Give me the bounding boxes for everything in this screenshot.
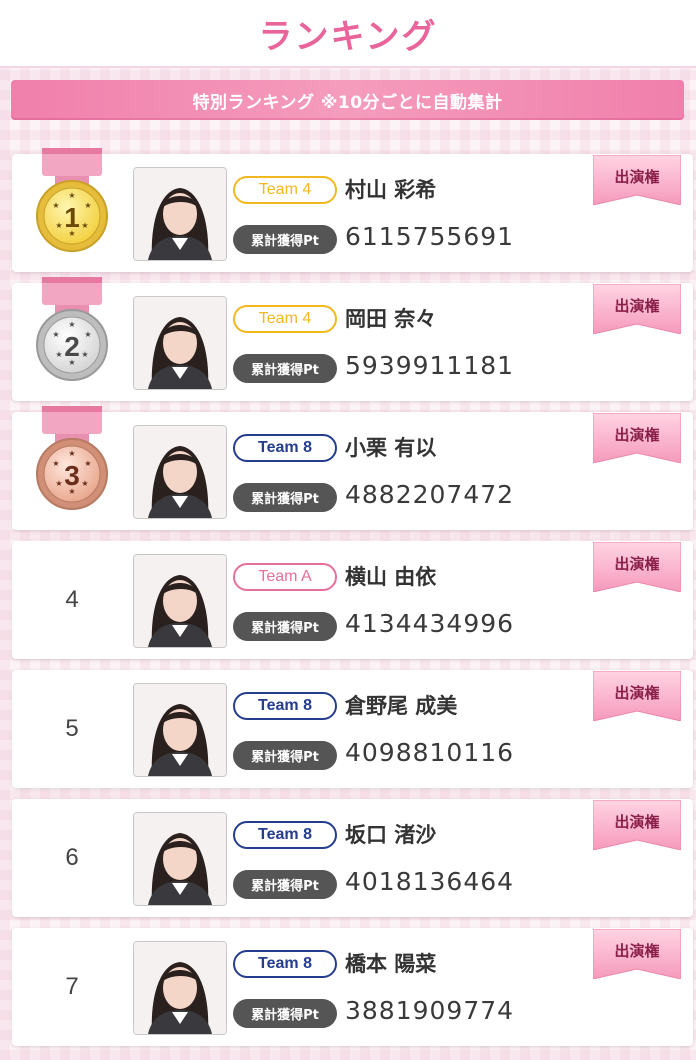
team-badge: Team A (233, 563, 337, 591)
svg-text:★: ★ (81, 479, 88, 488)
ranking-card[interactable]: ★ ★ ★ ★ ★ ★ 3 Team 8 小栗 有以 累計獲得Pt 4882207472 出演権 (12, 406, 693, 530)
points-value: 4098810116 (345, 738, 515, 767)
rank-number: 1 (64, 202, 80, 233)
rank-number: 2 (64, 331, 80, 362)
appearance-right-label: 出演権 (614, 942, 660, 960)
team-badge: Team 8 (233, 692, 337, 720)
appearance-right-label: 出演権 (614, 168, 660, 186)
points-label: 累計獲得Pt (233, 741, 337, 770)
member-name[interactable]: 坂口 渚沙 (345, 819, 436, 849)
svg-text:★: ★ (84, 459, 91, 468)
team-badge: Team 4 (233, 305, 337, 333)
member-photo[interactable] (133, 941, 227, 1035)
points-label: 累計獲得Pt (233, 354, 337, 383)
rank-indicator: ★ ★ ★ ★ ★ ★ 1 (32, 148, 112, 272)
points-value: 4882207472 (345, 480, 515, 509)
member-photo[interactable] (133, 683, 227, 777)
appearance-right-badge[interactable]: 出演権 (593, 284, 681, 334)
appearance-right-label: 出演権 (614, 426, 660, 444)
appearance-right-badge[interactable]: 出演権 (593, 671, 681, 721)
svg-text:★: ★ (81, 350, 88, 359)
appearance-right-label: 出演権 (614, 555, 660, 573)
member-photo-icon (134, 813, 226, 905)
rank-indicator: ★ ★ ★ ★ ★ ★ 2 (32, 277, 112, 401)
ranking-card[interactable]: 6 Team 8 坂口 渚沙 累計獲得Pt 4018136464 出演権 (12, 799, 693, 917)
svg-text:★: ★ (68, 191, 75, 200)
points-label: 累計獲得Pt (233, 612, 337, 641)
member-photo[interactable] (133, 167, 227, 261)
team-badge: Team 8 (233, 821, 337, 849)
svg-text:★: ★ (52, 330, 59, 339)
ranking-card[interactable]: 7 Team 8 橋本 陽菜 累計獲得Pt 3881909774 出演権 (12, 928, 693, 1046)
svg-text:★: ★ (55, 479, 62, 488)
rank-indicator: 6 (32, 799, 112, 917)
member-name[interactable]: 岡田 奈々 (345, 303, 436, 333)
gold-medal-icon: ★★ ★★ ★★1 (36, 148, 108, 252)
appearance-right-label: 出演権 (614, 684, 660, 702)
points-label: 累計獲得Pt (233, 225, 337, 254)
rank-indicator: 7 (32, 928, 112, 1046)
member-photo[interactable] (133, 554, 227, 648)
page-title: ランキング (258, 16, 438, 57)
special-ranking-banner-text: 特別ランキング ※10分ごとに自動集計 (192, 92, 503, 113)
points-label: 累計獲得Pt (233, 483, 337, 512)
rank-number: 4 (65, 586, 79, 613)
svg-text:★: ★ (84, 330, 91, 339)
points-label: 累計獲得Pt (233, 999, 337, 1028)
rank-number: 6 (65, 844, 79, 871)
svg-text:★: ★ (68, 449, 75, 458)
member-photo-icon (134, 684, 226, 776)
member-photo-icon (134, 555, 226, 647)
page-header: ランキング (0, 0, 696, 68)
points-label: 累計獲得Pt (233, 870, 337, 899)
member-photo-icon (134, 942, 226, 1034)
team-badge: Team 8 (233, 434, 337, 462)
member-photo[interactable] (133, 812, 227, 906)
svg-text:★: ★ (81, 221, 88, 230)
silver-medal-icon: ★★ ★★ ★★2 (36, 277, 108, 381)
ranking-card[interactable]: 5 Team 8 倉野尾 成美 累計獲得Pt 4098810116 出演権 (12, 670, 693, 788)
svg-text:★: ★ (52, 459, 59, 468)
points-value: 4018136464 (345, 867, 515, 896)
points-value: 3881909774 (345, 996, 515, 1025)
ranking-card[interactable]: ★ ★ ★ ★ ★ ★ 2 Team 4 岡田 奈々 累計獲得Pt 5939911181 出演権 (12, 277, 693, 401)
member-name[interactable]: 村山 彩希 (345, 174, 436, 204)
member-name[interactable]: 横山 由依 (345, 561, 436, 591)
rank-number: 7 (65, 973, 79, 1000)
team-badge: Team 8 (233, 950, 337, 978)
appearance-right-badge[interactable]: 出演権 (593, 413, 681, 463)
member-photo-icon (134, 426, 226, 518)
appearance-right-badge[interactable]: 出演権 (593, 155, 681, 205)
points-value: 6115755691 (345, 222, 515, 251)
member-photo[interactable] (133, 296, 227, 390)
bronze-medal-icon: ★★ ★★ ★★3 (36, 406, 108, 510)
appearance-right-label: 出演権 (614, 813, 660, 831)
member-photo-icon (134, 168, 226, 260)
appearance-right-badge[interactable]: 出演権 (593, 542, 681, 592)
member-name[interactable]: 小栗 有以 (345, 432, 436, 462)
team-badge: Team 4 (233, 176, 337, 204)
svg-text:★: ★ (55, 221, 62, 230)
rank-number: 3 (64, 460, 80, 491)
member-photo[interactable] (133, 425, 227, 519)
points-value: 4134434996 (345, 609, 515, 638)
ranking-card[interactable]: 4 Team A 横山 由依 累計獲得Pt 4134434996 出演権 (12, 541, 693, 659)
special-ranking-banner: 特別ランキング ※10分ごとに自動集計 (11, 80, 684, 120)
points-value: 5939911181 (345, 351, 515, 380)
rank-indicator: 4 (32, 541, 112, 659)
member-name[interactable]: 橋本 陽菜 (345, 948, 436, 978)
svg-text:★: ★ (55, 350, 62, 359)
appearance-right-badge[interactable]: 出演権 (593, 929, 681, 979)
member-name[interactable]: 倉野尾 成美 (345, 690, 457, 720)
appearance-right-label: 出演権 (614, 297, 660, 315)
svg-text:★: ★ (68, 320, 75, 329)
rank-number: 5 (65, 715, 79, 742)
appearance-right-badge[interactable]: 出演権 (593, 800, 681, 850)
svg-text:★: ★ (52, 201, 59, 210)
svg-text:★: ★ (84, 201, 91, 210)
ranking-card[interactable]: ★ ★ ★ ★ ★ ★ 1 Team 4 村山 彩希 累計獲得Pt 6115755691 出演権 (12, 148, 693, 272)
rank-indicator: 5 (32, 670, 112, 788)
member-photo-icon (134, 297, 226, 389)
rank-indicator: ★ ★ ★ ★ ★ ★ 3 (32, 406, 112, 530)
